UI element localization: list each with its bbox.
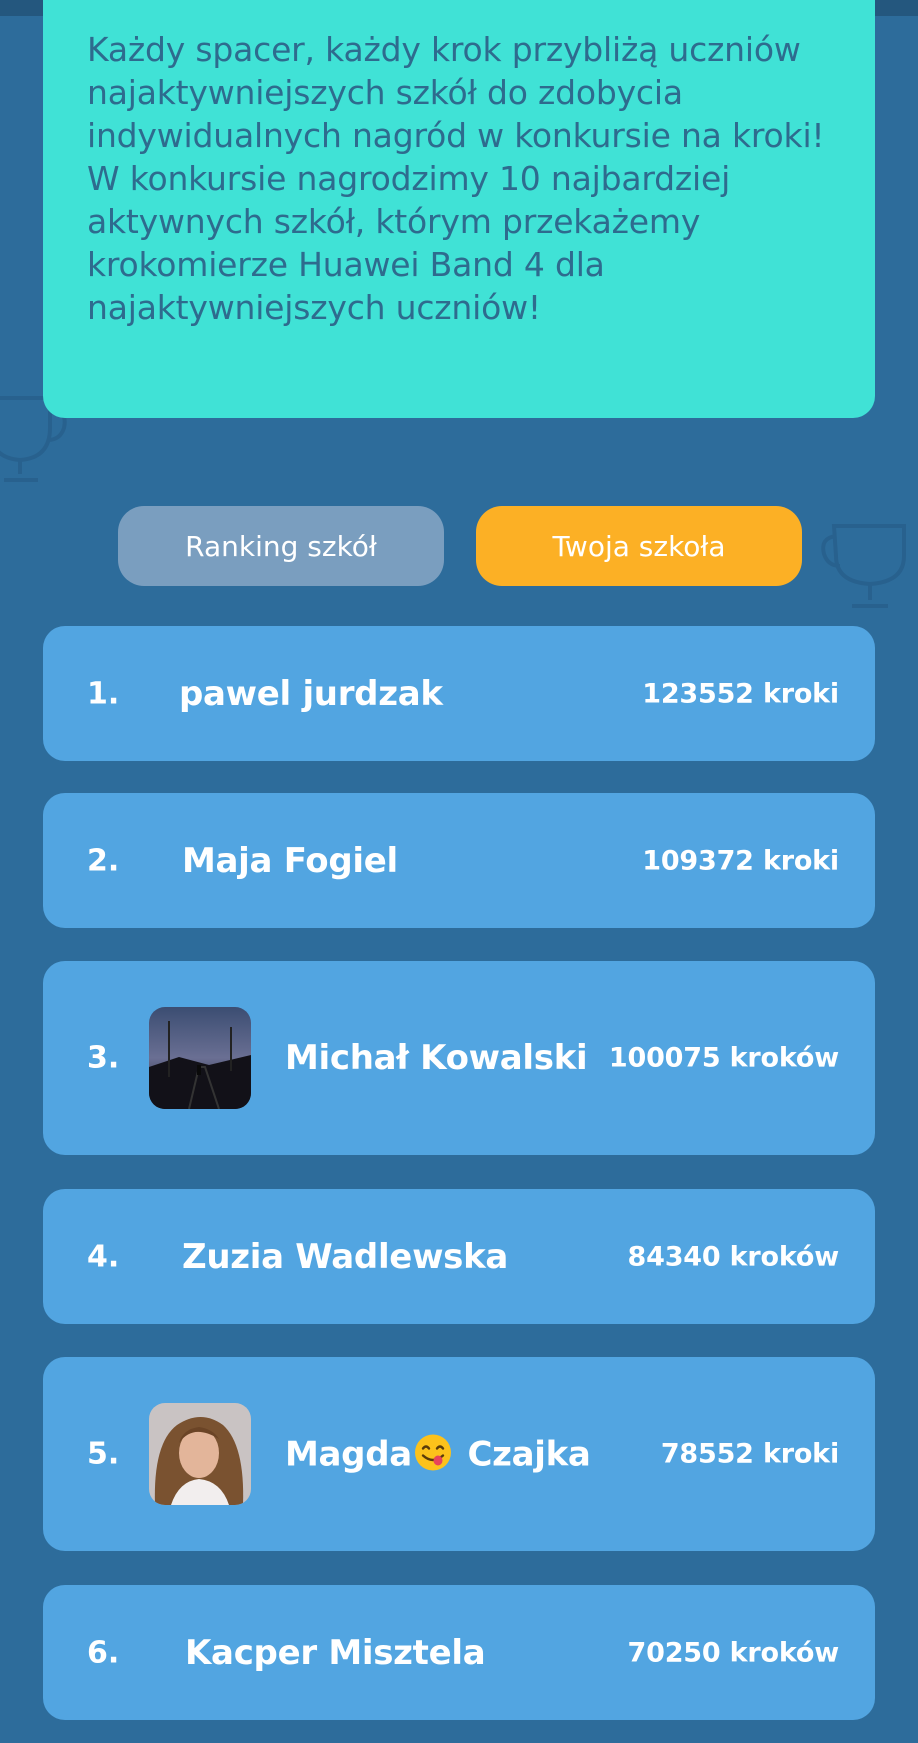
student-first-name: Magda bbox=[285, 1434, 412, 1475]
face-savoring-food-emoji-icon bbox=[414, 1434, 452, 1472]
leaderboard-row: 6. Kacper Misztela 70250 kroków bbox=[43, 1585, 875, 1720]
step-count: 123552 kroki bbox=[642, 678, 839, 709]
avatar bbox=[149, 1007, 251, 1109]
rank-number: 3. bbox=[87, 1040, 120, 1076]
rank-number: 2. bbox=[87, 843, 120, 878]
leaderboard-row: 3. Michał Kowalski 100075 kroków bbox=[43, 961, 875, 1155]
intro-text: Każdy spacer, każdy krok przybliżą uczni… bbox=[87, 30, 825, 327]
step-count: 70250 kroków bbox=[627, 1637, 840, 1668]
student-name: Maja Fogiel bbox=[182, 840, 398, 881]
step-count: 100075 kroków bbox=[608, 1042, 839, 1074]
leaderboard-row: 5. Magda Czajka 78552 kroki bbox=[43, 1357, 875, 1551]
student-name: pawel jurdzak bbox=[179, 673, 443, 714]
rank-number: 5. bbox=[87, 1436, 120, 1472]
rank-number: 4. bbox=[87, 1239, 120, 1274]
rank-number: 1. bbox=[87, 676, 120, 711]
student-name: Kacper Misztela bbox=[185, 1632, 486, 1673]
step-count: 84340 kroków bbox=[627, 1241, 840, 1272]
rank-number: 6. bbox=[87, 1635, 120, 1670]
step-count: 109372 kroki bbox=[642, 845, 839, 876]
step-count: 78552 kroki bbox=[660, 1438, 839, 1470]
leaderboard-row: 1. pawel jurdzak 123552 kroki bbox=[43, 626, 875, 761]
tab-your-school[interactable]: Twoja szkoła bbox=[476, 506, 802, 586]
student-name: Michał Kowalski bbox=[285, 1038, 588, 1078]
student-last-name: Czajka bbox=[467, 1434, 591, 1475]
tab-ranking-schools[interactable]: Ranking szkół bbox=[118, 506, 444, 586]
intro-card: Każdy spacer, każdy krok przybliżą uczni… bbox=[43, 0, 875, 418]
leaderboard-row: 4. Zuzia Wadlewska 84340 kroków bbox=[43, 1189, 875, 1324]
trophy-icon bbox=[820, 520, 918, 620]
leaderboard-row: 2. Maja Fogiel 109372 kroki bbox=[43, 793, 875, 928]
student-name: Zuzia Wadlewska bbox=[182, 1236, 509, 1277]
student-name: Magda Czajka bbox=[285, 1434, 591, 1475]
avatar bbox=[149, 1403, 251, 1505]
